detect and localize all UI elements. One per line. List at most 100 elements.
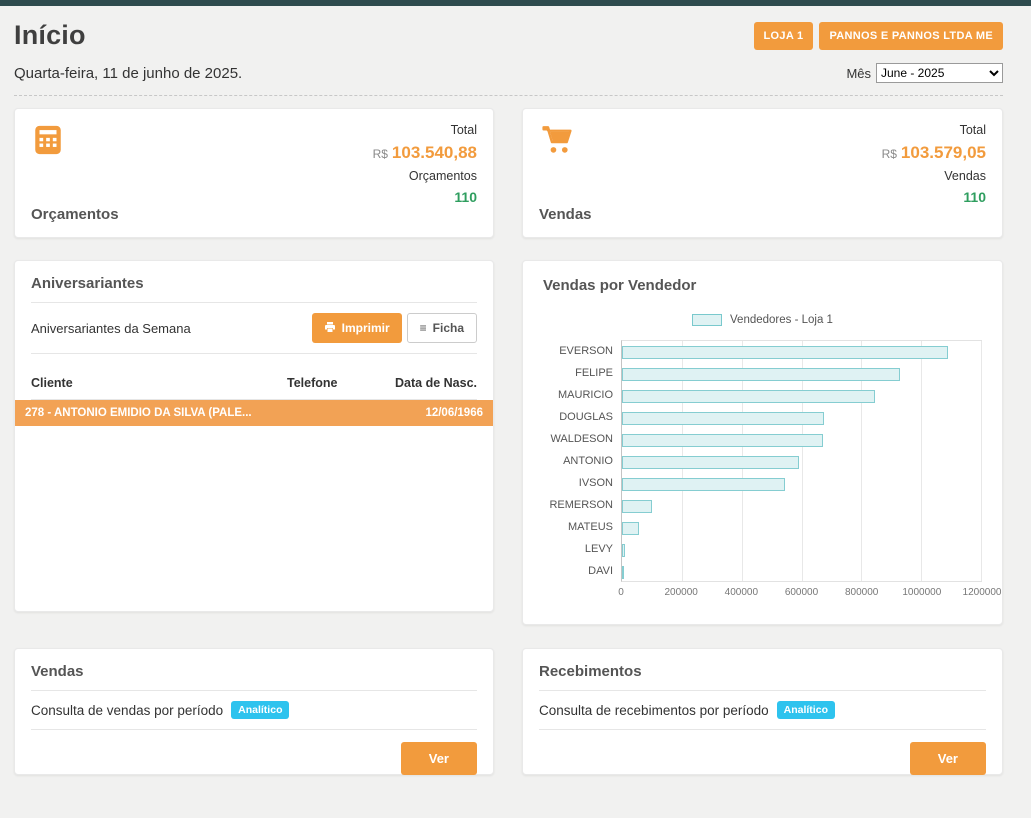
chart-legend: Vendedores - Loja 1: [543, 314, 982, 326]
chart-bar-row: [622, 429, 981, 451]
month-label: Mês: [846, 66, 871, 81]
chart-bar-row: [622, 473, 981, 495]
cell-data-nasc: 12/06/1966: [399, 407, 483, 419]
top-bar: [0, 0, 1031, 6]
analitico-badge: Analítico: [231, 701, 289, 719]
ver-recebimentos-button[interactable]: Ver: [910, 742, 986, 775]
vendas-por-vendedor-card: Vendas por Vendedor Vendedores - Loja 1 …: [522, 260, 1003, 625]
chart-category-labels: EVERSONFELIPEMAURICIODOUGLASWALDESONANTO…: [543, 340, 621, 582]
chart-bar-row: [622, 363, 981, 385]
chart-bar: [622, 434, 823, 447]
chart-gridline: [981, 341, 982, 581]
month-select[interactable]: June - 2025: [876, 63, 1003, 83]
page-content: Início LOJA 1 PANNOS E PANNOS LTDA ME Qu…: [0, 20, 1031, 775]
list-icon: ≡: [420, 321, 427, 335]
column-header: Cliente: [31, 376, 287, 390]
recebimentos-query-card: Recebimentos Consulta de recebimentos po…: [522, 648, 1003, 775]
chart-bar-row: [622, 407, 981, 429]
chart-tick-label: 400000: [725, 587, 758, 598]
card-title: Vendas por Vendedor: [543, 277, 982, 294]
birthdays-subtitle: Aniversariantes da Semana: [31, 321, 191, 336]
current-date: Quarta-feira, 11 de junho de 2025.: [14, 65, 242, 82]
card-title: Recebimentos: [539, 663, 986, 680]
chart-bar: [622, 566, 624, 579]
printer-icon: [324, 321, 336, 336]
calculator-icon: [31, 123, 119, 157]
page-title: Início: [14, 20, 86, 51]
chart-tick-label: 600000: [785, 587, 818, 598]
chart-category-label: LEVY: [543, 538, 621, 560]
chart-bar: [622, 368, 900, 381]
chart-bar: [622, 500, 652, 513]
table-row[interactable]: 278 - ANTONIO EMIDIO DA SILVA (PALE... 12…: [15, 400, 493, 426]
chart-bar-row: [622, 539, 981, 561]
count-label: Vendas: [882, 169, 986, 183]
chart-tick-label: 1000000: [902, 587, 941, 598]
chart-bar-row: [622, 561, 981, 583]
currency-symbol: R$: [882, 147, 897, 161]
ver-vendas-button[interactable]: Ver: [401, 742, 477, 775]
ficha-button[interactable]: ≡ Ficha: [407, 313, 477, 343]
chart-bar: [622, 544, 625, 557]
chart-bar-row: [622, 341, 981, 363]
chart-category-label: ANTONIO: [543, 450, 621, 472]
total-label: Total: [882, 123, 986, 137]
header-buttons: LOJA 1 PANNOS E PANNOS LTDA ME: [754, 22, 1003, 50]
store-button[interactable]: LOJA 1: [754, 22, 814, 50]
birthday-table-header: ClienteTelefoneData de Nasc.: [31, 364, 477, 400]
chart-tick-label: 200000: [664, 587, 697, 598]
chart-bar: [622, 412, 824, 425]
cart-icon: [539, 123, 592, 157]
chart-tick-label: 800000: [845, 587, 878, 598]
card-label: Orçamentos: [31, 206, 119, 223]
chart-category-label: MAURICIO: [543, 384, 621, 406]
legend-label: Vendedores - Loja 1: [730, 314, 833, 326]
chart-xticks: 020000040000060000080000010000001200000: [621, 582, 982, 600]
chart-tick-label: 0: [618, 587, 624, 598]
card-label: Vendas: [539, 206, 592, 223]
date-row: Quarta-feira, 11 de junho de 2025. Mês J…: [14, 63, 1003, 96]
vendas-query-card: Vendas Consulta de vendas por período An…: [14, 648, 494, 775]
chart-category-label: MATEUS: [543, 516, 621, 538]
query-description: Consulta de vendas por período: [31, 703, 223, 718]
card-title: Vendas: [31, 663, 477, 680]
cell-cliente: 278 - ANTONIO EMIDIO DA SILVA (PALE...: [25, 407, 299, 419]
birthday-rows: 278 - ANTONIO EMIDIO DA SILVA (PALE... 12…: [15, 400, 493, 426]
currency-symbol: R$: [373, 147, 388, 161]
chart-bar-row: [622, 495, 981, 517]
chart-bar: [622, 522, 639, 535]
chart-bar: [622, 346, 948, 359]
chart-category-label: DOUGLAS: [543, 406, 621, 428]
vendas-summary-card: Vendas Total R$103.579,05 Vendas 110: [522, 108, 1003, 238]
chart-bar: [622, 478, 785, 491]
chart-category-label: EVERSON: [543, 340, 621, 362]
total-amount: R$103.540,88: [373, 143, 477, 163]
column-header: Telefone: [287, 376, 387, 390]
chart-bar: [622, 390, 875, 403]
chart-bar: [622, 456, 799, 469]
chart-category-label: REMERSON: [543, 494, 621, 516]
legend-swatch: [692, 314, 722, 326]
chart-category-label: IVSON: [543, 472, 621, 494]
chart-category-label: FELIPE: [543, 362, 621, 384]
total-label: Total: [373, 123, 477, 137]
analitico-badge: Analítico: [777, 701, 835, 719]
column-header: Data de Nasc.: [387, 376, 477, 390]
count-value: 110: [373, 189, 477, 205]
card-title: Aniversariantes: [31, 275, 477, 292]
chart-tick-label: 1200000: [963, 587, 1002, 598]
company-button[interactable]: PANNOS E PANNOS LTDA ME: [819, 22, 1003, 50]
chart-bar-row: [622, 385, 981, 407]
chart-bar-row: [622, 517, 981, 539]
count-label: Orçamentos: [373, 169, 477, 183]
total-amount: R$103.579,05: [882, 143, 986, 163]
bar-chart: EVERSONFELIPEMAURICIODOUGLASWALDESONANTO…: [543, 340, 982, 582]
query-description: Consulta de recebimentos por período: [539, 703, 769, 718]
count-value: 110: [882, 189, 986, 205]
orcamentos-summary-card: Orçamentos Total R$103.540,88 Orçamentos…: [14, 108, 494, 238]
chart-category-label: WALDESON: [543, 428, 621, 450]
print-button[interactable]: Imprimir: [312, 313, 402, 343]
chart-category-label: DAVI: [543, 560, 621, 582]
aniversariantes-card: Aniversariantes Aniversariantes da Seman…: [14, 260, 494, 612]
chart-bar-row: [622, 451, 981, 473]
